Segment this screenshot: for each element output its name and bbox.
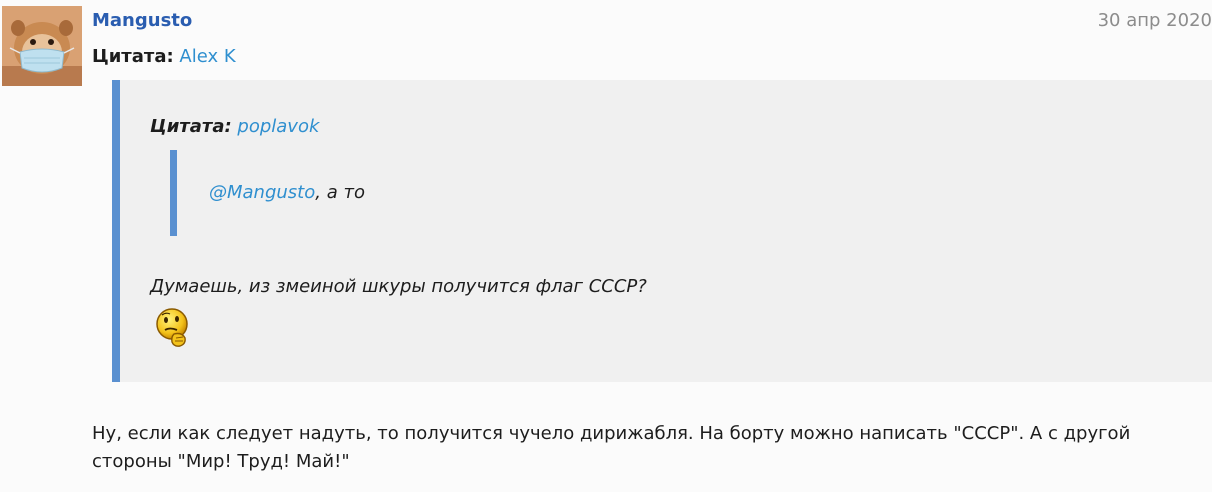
post-author-link[interactable]: Mangusto	[92, 10, 192, 31]
thinking-smiley-icon	[156, 308, 188, 347]
nested-quote-header: Цитата: poplavok	[150, 116, 319, 137]
nested-quote-text-rest: , а то	[315, 182, 365, 203]
quote-text: Думаешь, из змеиной шкуры получится флаг…	[150, 276, 647, 297]
forum-post: Mangusto 30 апр 2020 Цитата: Alex K Цита…	[0, 0, 1212, 492]
user-mention-link[interactable]: @Mangusto	[209, 182, 315, 203]
user-avatar[interactable]	[2, 6, 82, 86]
nested-quote-text: @Mangusto, а то	[209, 182, 365, 203]
nested-quote-block: @Mangusto, а то	[170, 150, 770, 236]
quote-header: Цитата: Alex K	[92, 46, 236, 67]
mongoose-avatar-icon	[2, 6, 82, 86]
post-date[interactable]: 30 апр 2020	[1098, 10, 1212, 31]
quoted-author-link[interactable]: Alex K	[179, 46, 235, 67]
post-body-text: Ну, если как следует надуть, то получитс…	[92, 423, 1131, 472]
quote-block: Цитата: poplavok @Mangusto, а то Думаешь…	[112, 80, 1212, 382]
quote-label: Цитата:	[92, 46, 174, 67]
nested-quote-label: Цитата:	[150, 116, 232, 137]
nested-quoted-author-link[interactable]: poplavok	[237, 116, 319, 137]
